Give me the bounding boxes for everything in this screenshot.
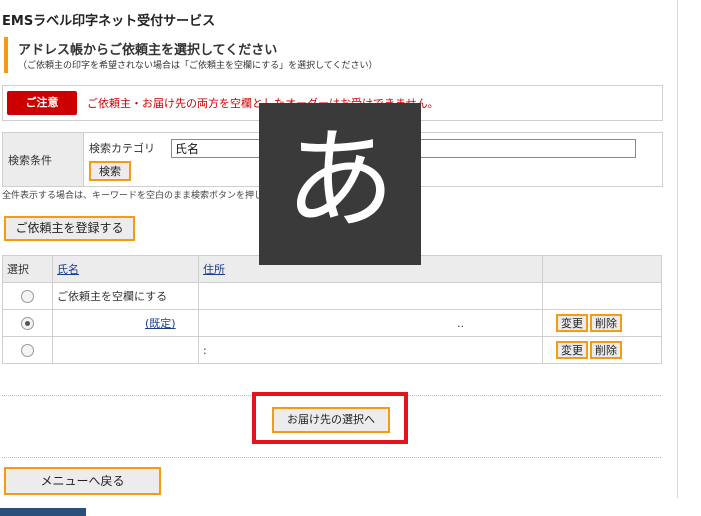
content-right-border <box>677 0 678 498</box>
next-to-recipient-button[interactable]: お届け先の選択へ <box>272 407 390 433</box>
heading-subtitle: （ご依頼主の印字を希望されない場合は「ご依頼主を空欄にする」を選択してください） <box>18 61 378 71</box>
edit-button[interactable]: 変更 <box>556 341 588 359</box>
address-cell: .. <box>198 309 543 337</box>
divider-bottom <box>2 457 661 458</box>
column-header-select: 選択 <box>2 255 53 283</box>
back-to-menu-button[interactable]: メニューへ戻る <box>4 467 161 495</box>
select-cell[interactable] <box>2 336 53 364</box>
app-title: EMSラベル印字ネット受付サービス <box>2 14 216 29</box>
search-category-label: 検索カテゴリ <box>89 142 155 155</box>
notice-badge: ご注意 <box>7 91 77 115</box>
default-link[interactable]: (既定) <box>145 317 176 330</box>
ime-hiragana-indicator: あ <box>259 103 421 265</box>
search-label-cell: 検索条件 <box>3 133 84 186</box>
column-header-actions <box>542 255 662 283</box>
register-sender-button[interactable]: ご依頼主を登録する <box>4 216 135 241</box>
select-cell[interactable] <box>2 282 53 310</box>
address-cell: : <box>198 336 543 364</box>
table-row: : 変更 削除 <box>2 336 662 364</box>
delete-button[interactable]: 削除 <box>590 314 622 332</box>
section-heading: アドレス帳からご依頼主を選択してください （ご依頼主の印字を希望されない場合は「… <box>4 37 673 73</box>
sort-by-name-link[interactable]: 氏名 <box>57 263 79 276</box>
sender-table: 選択 氏名 住所 ご依頼主を空欄にする (既定) .. 変更 削除 : 変更 削除 <box>2 255 662 364</box>
footer-bar <box>0 508 86 516</box>
table-row: ご依頼主を空欄にする <box>2 282 662 310</box>
actions-cell <box>542 282 662 310</box>
name-cell <box>52 336 199 364</box>
select-radio[interactable] <box>21 289 34 303</box>
column-header-name[interactable]: 氏名 <box>52 255 199 283</box>
heading-title: アドレス帳からご依頼主を選択してください <box>18 43 278 58</box>
table-row: (既定) .. 変更 削除 <box>2 309 662 337</box>
search-condition-label: 検索条件 <box>8 154 52 167</box>
address-cell <box>198 282 543 310</box>
actions-cell: 変更 削除 <box>542 309 662 337</box>
select-radio[interactable] <box>21 343 34 357</box>
search-button[interactable]: 検索 <box>89 161 131 181</box>
actions-cell: 変更 削除 <box>542 336 662 364</box>
delete-button[interactable]: 削除 <box>590 341 622 359</box>
select-cell[interactable] <box>2 309 53 337</box>
name-cell: (既定) <box>52 309 199 337</box>
name-cell: ご依頼主を空欄にする <box>52 282 199 310</box>
search-keyword-input[interactable] <box>386 139 636 158</box>
select-radio-checked[interactable] <box>21 316 34 330</box>
edit-button[interactable]: 変更 <box>556 314 588 332</box>
sort-by-address-link[interactable]: 住所 <box>203 263 225 276</box>
